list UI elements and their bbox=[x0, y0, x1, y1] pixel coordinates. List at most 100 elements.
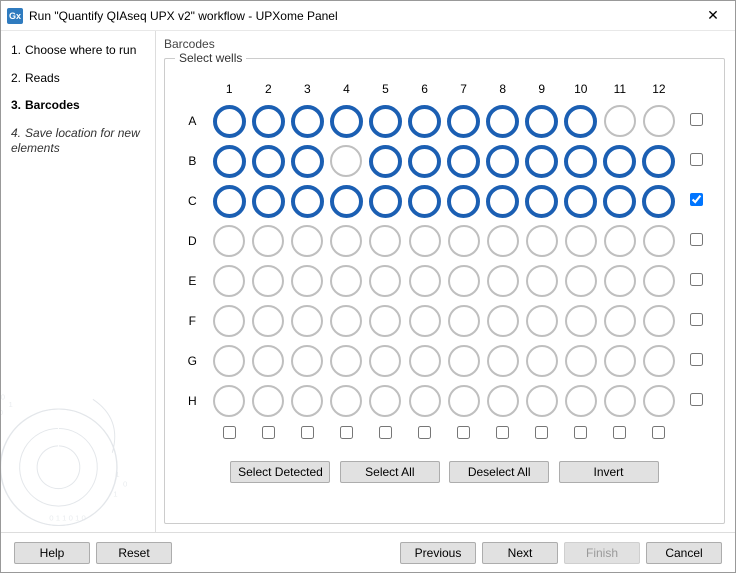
well-F11[interactable] bbox=[604, 305, 636, 337]
wizard-step[interactable]: 1.Choose where to run bbox=[11, 43, 145, 59]
well-H3[interactable] bbox=[291, 385, 323, 417]
well-G6[interactable] bbox=[409, 345, 441, 377]
well-H11[interactable] bbox=[604, 385, 636, 417]
well-D5[interactable] bbox=[369, 225, 401, 257]
well-D9[interactable] bbox=[526, 225, 558, 257]
col-checkbox-7[interactable] bbox=[457, 426, 470, 439]
select-detected-button[interactable]: Select Detected bbox=[230, 461, 330, 483]
well-A10[interactable] bbox=[564, 105, 597, 138]
well-A11[interactable] bbox=[604, 105, 636, 137]
well-D1[interactable] bbox=[213, 225, 245, 257]
well-B8[interactable] bbox=[486, 145, 519, 178]
well-C10[interactable] bbox=[564, 185, 597, 218]
well-C1[interactable] bbox=[213, 185, 246, 218]
well-A4[interactable] bbox=[330, 105, 363, 138]
row-checkbox-D[interactable] bbox=[690, 233, 703, 246]
well-C11[interactable] bbox=[603, 185, 636, 218]
well-D8[interactable] bbox=[487, 225, 519, 257]
select-all-button[interactable]: Select All bbox=[340, 461, 440, 483]
well-G7[interactable] bbox=[448, 345, 480, 377]
well-D2[interactable] bbox=[252, 225, 284, 257]
previous-button[interactable]: Previous bbox=[400, 542, 476, 564]
well-A1[interactable] bbox=[213, 105, 246, 138]
row-checkbox-F[interactable] bbox=[690, 313, 703, 326]
well-F9[interactable] bbox=[526, 305, 558, 337]
row-checkbox-E[interactable] bbox=[690, 273, 703, 286]
well-A8[interactable] bbox=[486, 105, 519, 138]
well-G5[interactable] bbox=[369, 345, 401, 377]
wizard-step[interactable]: 2.Reads bbox=[11, 71, 145, 87]
row-checkbox-B[interactable] bbox=[690, 153, 703, 166]
well-F5[interactable] bbox=[369, 305, 401, 337]
well-H8[interactable] bbox=[487, 385, 519, 417]
well-G3[interactable] bbox=[291, 345, 323, 377]
col-checkbox-5[interactable] bbox=[379, 426, 392, 439]
well-H10[interactable] bbox=[565, 385, 597, 417]
well-E11[interactable] bbox=[604, 265, 636, 297]
deselect-all-button[interactable]: Deselect All bbox=[449, 461, 549, 483]
well-E3[interactable] bbox=[291, 265, 323, 297]
well-C7[interactable] bbox=[447, 185, 480, 218]
well-D7[interactable] bbox=[448, 225, 480, 257]
well-C6[interactable] bbox=[408, 185, 441, 218]
well-B2[interactable] bbox=[252, 145, 285, 178]
well-G2[interactable] bbox=[252, 345, 284, 377]
well-E4[interactable] bbox=[330, 265, 362, 297]
next-button[interactable]: Next bbox=[482, 542, 558, 564]
well-B5[interactable] bbox=[369, 145, 402, 178]
row-checkbox-A[interactable] bbox=[690, 113, 703, 126]
col-checkbox-10[interactable] bbox=[574, 426, 587, 439]
well-A5[interactable] bbox=[369, 105, 402, 138]
well-G10[interactable] bbox=[565, 345, 597, 377]
invert-button[interactable]: Invert bbox=[559, 461, 659, 483]
well-F3[interactable] bbox=[291, 305, 323, 337]
well-B4[interactable] bbox=[330, 145, 362, 177]
well-F7[interactable] bbox=[448, 305, 480, 337]
well-B11[interactable] bbox=[603, 145, 636, 178]
well-F6[interactable] bbox=[409, 305, 441, 337]
row-checkbox-C[interactable] bbox=[690, 193, 703, 206]
well-E10[interactable] bbox=[565, 265, 597, 297]
well-G4[interactable] bbox=[330, 345, 362, 377]
well-B9[interactable] bbox=[525, 145, 558, 178]
col-checkbox-3[interactable] bbox=[301, 426, 314, 439]
well-D10[interactable] bbox=[565, 225, 597, 257]
well-C4[interactable] bbox=[330, 185, 363, 218]
well-F8[interactable] bbox=[487, 305, 519, 337]
well-A3[interactable] bbox=[291, 105, 324, 138]
well-B3[interactable] bbox=[291, 145, 324, 178]
well-H5[interactable] bbox=[369, 385, 401, 417]
well-C5[interactable] bbox=[369, 185, 402, 218]
close-button[interactable]: ✕ bbox=[691, 1, 735, 31]
well-F4[interactable] bbox=[330, 305, 362, 337]
well-G12[interactable] bbox=[643, 345, 675, 377]
well-E6[interactable] bbox=[409, 265, 441, 297]
row-checkbox-H[interactable] bbox=[690, 393, 703, 406]
col-checkbox-11[interactable] bbox=[613, 426, 626, 439]
well-F1[interactable] bbox=[213, 305, 245, 337]
row-checkbox-G[interactable] bbox=[690, 353, 703, 366]
well-E5[interactable] bbox=[369, 265, 401, 297]
well-E7[interactable] bbox=[448, 265, 480, 297]
reset-button[interactable]: Reset bbox=[96, 542, 172, 564]
well-H6[interactable] bbox=[409, 385, 441, 417]
well-H9[interactable] bbox=[526, 385, 558, 417]
well-H2[interactable] bbox=[252, 385, 284, 417]
well-C2[interactable] bbox=[252, 185, 285, 218]
well-A12[interactable] bbox=[643, 105, 675, 137]
well-B12[interactable] bbox=[642, 145, 675, 178]
well-B7[interactable] bbox=[447, 145, 480, 178]
well-F10[interactable] bbox=[565, 305, 597, 337]
help-button[interactable]: Help bbox=[14, 542, 90, 564]
well-E1[interactable] bbox=[213, 265, 245, 297]
well-F2[interactable] bbox=[252, 305, 284, 337]
well-E8[interactable] bbox=[487, 265, 519, 297]
well-A2[interactable] bbox=[252, 105, 285, 138]
well-F12[interactable] bbox=[643, 305, 675, 337]
wizard-step[interactable]: 4.Save location for new elements bbox=[11, 126, 145, 157]
wizard-step[interactable]: 3.Barcodes bbox=[11, 98, 145, 114]
well-G8[interactable] bbox=[487, 345, 519, 377]
well-B10[interactable] bbox=[564, 145, 597, 178]
well-H4[interactable] bbox=[330, 385, 362, 417]
cancel-button[interactable]: Cancel bbox=[646, 542, 722, 564]
